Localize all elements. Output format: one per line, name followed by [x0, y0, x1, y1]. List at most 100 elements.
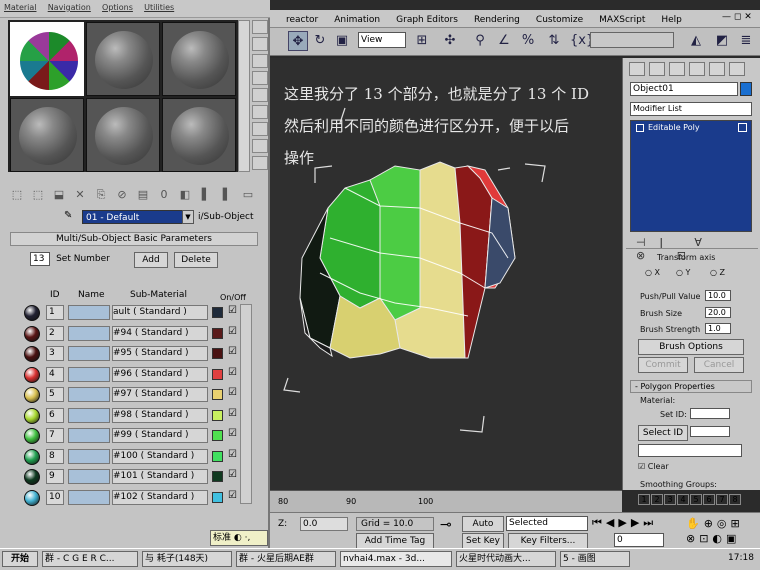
backlight-icon[interactable]: [252, 37, 268, 51]
sub-material-row[interactable]: 7 #99 ( Standard ) ☑: [22, 427, 254, 445]
display-tab[interactable]: [709, 62, 725, 76]
stack-item-expand-icon[interactable]: [636, 124, 644, 132]
effect-channel-icon[interactable]: 0: [155, 188, 173, 204]
smoothing-7[interactable]: 7: [716, 494, 728, 505]
row-preview-sphere[interactable]: [24, 407, 40, 424]
modifier-list-dropdown[interactable]: Modifier List: [630, 102, 752, 116]
snap-icon[interactable]: ⚲: [470, 31, 490, 51]
sample-slot[interactable]: [162, 22, 236, 96]
make-preview-icon[interactable]: [252, 105, 268, 119]
sub-material-row[interactable]: 1 ault ( Standard ) ☑: [22, 304, 254, 322]
stack-item-toggle[interactable]: [738, 123, 747, 132]
material-name-dropdown[interactable]: [638, 444, 742, 457]
row-on-checkbox[interactable]: ☑: [228, 490, 237, 501]
max-menu-item[interactable]: Graph Editors: [392, 13, 462, 27]
uv-tiling-icon[interactable]: [252, 71, 268, 85]
hierarchy-tab[interactable]: [669, 62, 685, 76]
z-coordinate-field[interactable]: 0.0: [300, 517, 348, 531]
spinner-snap-icon[interactable]: ⇅: [544, 31, 564, 51]
set-key-button[interactable]: Set Key: [462, 533, 504, 549]
rows-scrollbar[interactable]: [240, 304, 252, 504]
timeline[interactable]: 80 90 100: [270, 490, 622, 512]
row-color-swatch[interactable]: [212, 450, 223, 462]
object-color-swatch[interactable]: [740, 82, 752, 96]
slots-scrollbar[interactable]: [238, 20, 250, 172]
row-sub-material-button[interactable]: #99 ( Standard ): [112, 428, 208, 443]
sub-material-row[interactable]: 6 #98 ( Standard ) ☑: [22, 407, 254, 425]
delete-button[interactable]: Delete: [174, 252, 218, 268]
modify-tab[interactable]: [649, 62, 665, 76]
row-name-field[interactable]: [68, 346, 110, 361]
material-name-dropdown-arrow[interactable]: ▼: [182, 210, 194, 224]
row-preview-sphere[interactable]: [24, 469, 40, 485]
smoothing-3[interactable]: 3: [664, 494, 676, 505]
background-icon[interactable]: [252, 54, 268, 68]
row-name-field[interactable]: [68, 469, 110, 484]
add-button[interactable]: Add: [134, 252, 168, 268]
row-sub-material-button[interactable]: #95 ( Standard ): [112, 346, 208, 361]
select-id-button[interactable]: Select ID: [638, 425, 688, 441]
object-name-field[interactable]: Object01: [630, 82, 738, 96]
window-controls[interactable]: — ◻ ✕: [722, 12, 756, 24]
material-name-field[interactable]: 01 - Default: [82, 210, 194, 224]
max-menu-item[interactable]: Help: [657, 13, 686, 27]
sub-material-row[interactable]: 4 #96 ( Standard ) ☑: [22, 366, 254, 384]
row-on-checkbox[interactable]: ☑: [228, 326, 237, 337]
row-on-checkbox[interactable]: ☑: [228, 469, 237, 480]
sample-slot[interactable]: [10, 98, 84, 172]
auto-key-button[interactable]: Auto Key: [462, 516, 504, 543]
task-item-5[interactable]: 火星时代动画大...: [456, 551, 556, 567]
sub-material-row[interactable]: 5 #97 ( Standard ) ☑: [22, 386, 254, 404]
row-preview-sphere[interactable]: [24, 366, 40, 383]
row-sub-material-button[interactable]: #100 ( Standard ): [112, 448, 208, 464]
sub-material-row[interactable]: 3 #95 ( Standard ) ☑: [22, 345, 254, 363]
brush-size-spinner[interactable]: 20.0: [705, 307, 731, 318]
header-name[interactable]: Name: [78, 290, 105, 300]
sample-slot-active[interactable]: [10, 22, 84, 96]
set-number-button[interactable]: Set Number: [54, 252, 112, 268]
row-name-field[interactable]: [68, 448, 110, 464]
motion-tab[interactable]: [689, 62, 705, 76]
row-preview-sphere[interactable]: [24, 325, 40, 342]
options-icon[interactable]: [252, 122, 268, 136]
row-name-field[interactable]: [68, 428, 110, 443]
row-preview-sphere[interactable]: [24, 346, 40, 362]
select-manip-icon[interactable]: ✣: [440, 31, 460, 51]
menu-material[interactable]: Material: [0, 0, 41, 15]
row-color-swatch[interactable]: [212, 409, 223, 421]
current-frame-field[interactable]: 0: [614, 533, 664, 547]
row-on-checkbox[interactable]: ☑: [228, 346, 237, 357]
start-button[interactable]: 开始: [2, 551, 38, 567]
row-sub-material-button[interactable]: #101 ( Standard ): [112, 469, 208, 484]
sub-material-row[interactable]: 9 #101 ( Standard ) ☑: [22, 468, 254, 486]
row-preview-sphere[interactable]: [24, 305, 40, 321]
stack-item-editable-poly[interactable]: Editable Poly: [634, 122, 748, 134]
get-material-icon[interactable]: ⬚: [8, 188, 26, 204]
smoothing-8[interactable]: 8: [729, 494, 741, 505]
row-name-field[interactable]: [68, 366, 110, 382]
row-sub-material-button[interactable]: #96 ( Standard ): [112, 366, 208, 382]
brush-strength-spinner[interactable]: 1.0: [705, 323, 731, 334]
cancel-button[interactable]: Cancel: [694, 357, 744, 373]
percent-snap-icon[interactable]: %: [518, 31, 538, 51]
task-item-4[interactable]: nvhai4.max - 3d...: [340, 551, 452, 567]
row-color-swatch[interactable]: [212, 471, 223, 482]
set-id-spinner[interactable]: [690, 408, 730, 419]
row-sub-material-button[interactable]: #97 ( Standard ): [112, 387, 208, 402]
align-icon[interactable]: ◩: [712, 31, 732, 51]
modifier-stack[interactable]: [630, 120, 752, 232]
header-sub-material[interactable]: Sub-Material: [130, 290, 187, 300]
push-pull-spinner[interactable]: 10.0: [705, 290, 731, 301]
sample-slot[interactable]: [162, 98, 236, 172]
sub-material-row[interactable]: 8 #100 ( Standard ) ☑: [22, 448, 254, 466]
row-name-field[interactable]: [68, 489, 110, 505]
task-item-1[interactable]: 群 - C G E R C...: [42, 551, 138, 567]
max-menu-item[interactable]: Rendering: [470, 13, 524, 27]
mirror-icon[interactable]: ◭: [686, 31, 706, 51]
smoothing-4[interactable]: 4: [677, 494, 689, 505]
smoothing-1[interactable]: 1: [638, 494, 650, 505]
select-id-spinner[interactable]: [690, 426, 730, 437]
put-library-icon[interactable]: ▤: [134, 188, 152, 204]
angle-snap-icon[interactable]: ∠: [494, 31, 514, 51]
max-menu-item[interactable]: reactor: [282, 13, 322, 27]
